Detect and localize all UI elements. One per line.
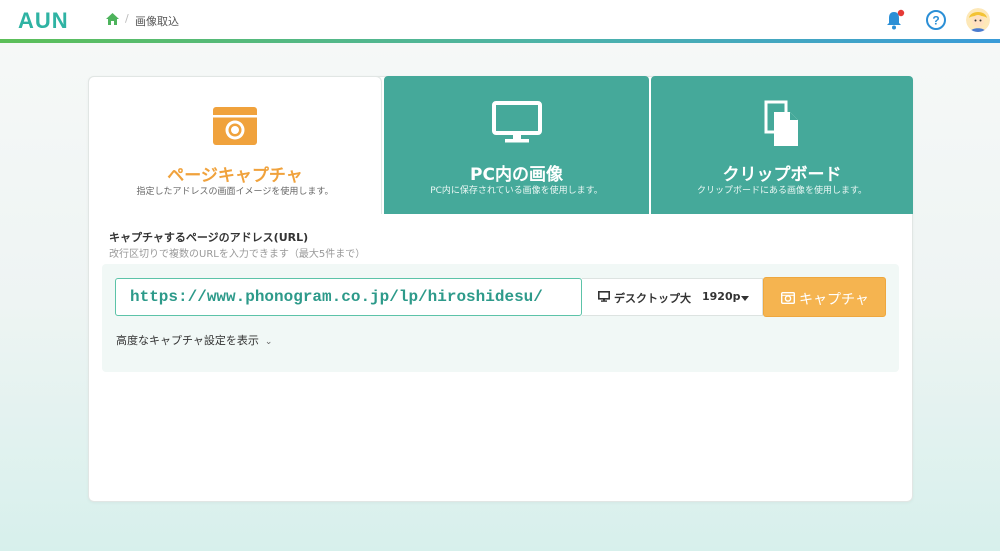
device-select[interactable]: デスクトップ大 1920p — [582, 278, 763, 316]
advanced-settings-label: 高度なキャプチャ設定を表示 — [116, 334, 259, 347]
help-icon[interactable]: ? — [925, 9, 947, 31]
tab-page-capture[interactable]: ページキャプチャ 指定したアドレスの画面イメージを使用します。 — [88, 76, 382, 214]
breadcrumb-current: 画像取込 — [135, 15, 179, 28]
tab-title: PC内の画像 — [470, 165, 563, 185]
monitor-icon — [491, 101, 542, 143]
tab-pc-image[interactable]: PC内の画像 PC内に保存されている画像を使用します。 — [384, 76, 649, 214]
tab-title: クリップボード — [722, 165, 842, 185]
url-input[interactable] — [115, 278, 582, 316]
capture-button[interactable]: キャプチャ — [763, 277, 886, 317]
clipboard-icon — [764, 100, 798, 146]
bell-icon[interactable] — [884, 9, 906, 31]
url-field-label: キャプチャするページのアドレス(URL) — [109, 231, 309, 244]
aun-logo[interactable]: AUN — [18, 8, 82, 32]
camera-icon — [213, 107, 257, 145]
chevron-down-icon: ⌄ — [264, 337, 273, 347]
tab-subtitle: PC内に保存されている画像を使用します。 — [430, 186, 603, 196]
tab-subtitle: 指定したアドレスの画面イメージを使用します。 — [136, 187, 334, 197]
tab-title: ページキャプチャ — [167, 166, 303, 186]
url-field-hint: 改行区切りで複数のURLを入力できます（最大5件まで） — [109, 249, 366, 260]
tab-clipboard[interactable]: クリップボード クリップボードにある画像を使用します。 — [651, 76, 913, 214]
capture-button-label: キャプチャ — [799, 292, 869, 308]
breadcrumb-separator: / — [125, 12, 129, 25]
advanced-settings-toggle[interactable]: 高度なキャプチャ設定を表示 ⌄ — [116, 332, 272, 348]
svg-text:?: ? — [932, 14, 939, 28]
user-avatar[interactable] — [966, 8, 990, 32]
camera-icon — [781, 292, 795, 304]
tab-subtitle: クリップボードにある画像を使用します。 — [696, 186, 868, 196]
monitor-icon — [598, 291, 610, 302]
home-icon[interactable] — [106, 13, 119, 25]
resolution-label: 1920p — [702, 290, 741, 303]
svg-text:AUN: AUN — [18, 8, 69, 32]
device-label: デスクトップ大 — [614, 292, 691, 305]
caret-down-icon — [741, 296, 749, 301]
header-accent-line — [0, 39, 1000, 43]
